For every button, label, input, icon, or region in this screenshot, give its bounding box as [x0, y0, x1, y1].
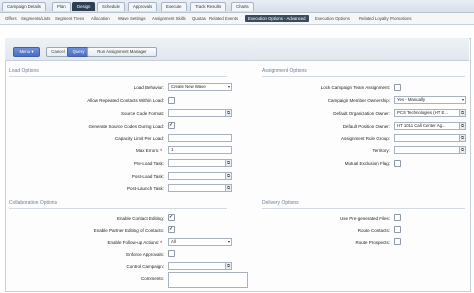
default-org-owner-input[interactable]: PCS Technologies (HT E... ⧉	[394, 109, 466, 117]
member-ownership-label: Campaign Member Ownership:	[327, 98, 390, 103]
generate-source-codes-label: Generate Source Codes During Load:	[88, 124, 164, 129]
tab-track-results[interactable]: Track Results	[190, 2, 227, 11]
sub-tab-bar: Offers Segments/Lists Segment Trees Allo…	[0, 13, 474, 25]
picker-icon[interactable]: ⧉	[225, 173, 231, 179]
tab-schedule[interactable]: Schedule	[97, 2, 125, 11]
route-prospects-checkbox[interactable]	[394, 238, 401, 245]
collaboration-options-header: Collaboration Options	[9, 200, 58, 206]
load-options-header: Load Options	[9, 68, 39, 74]
post-load-task-input[interactable]: ⧉	[168, 172, 232, 180]
lock-team-label: Lock Campaign Team Assignment:	[320, 85, 390, 90]
enforce-approvals-label: Enforce Approvals:	[126, 252, 164, 257]
comments-textarea[interactable]	[168, 272, 248, 288]
enable-contact-editing-label: Enable Contact Editing:	[116, 216, 164, 221]
tab-charts[interactable]: Charts	[231, 2, 254, 11]
picker-icon[interactable]: ⧉	[225, 110, 231, 116]
mutual-exclusion-checkbox[interactable]	[394, 160, 401, 167]
top-tab-bar: Campaign Details Plan Design Schedule Ap…	[0, 0, 474, 13]
route-contacts-checkbox[interactable]	[394, 226, 401, 233]
subtab-offers[interactable]: Offers	[2, 15, 20, 22]
tab-design[interactable]: Design	[72, 2, 96, 11]
source-code-format-input[interactable]: ⧉	[168, 109, 232, 117]
assignment-rule-group-label: Assignment Rule Group:	[340, 136, 390, 141]
subtab-assignment-skills[interactable]: Assignment Skills	[149, 15, 189, 22]
enforce-approvals-checkbox[interactable]	[168, 250, 175, 257]
max-errors-input[interactable]: 1	[168, 146, 232, 154]
assignment-rule-group-input[interactable]: ⧉	[394, 134, 466, 142]
divider	[262, 76, 465, 77]
picker-icon[interactable]: ⧉	[459, 110, 465, 116]
pre-load-task-input[interactable]: ⧉	[168, 159, 232, 167]
default-org-owner-label: Default Organization Owner:	[333, 111, 390, 116]
use-pregenerated-label: Use Pre-generated Files:	[339, 216, 390, 221]
control-campaign-input[interactable]: ⧉	[168, 262, 232, 270]
delivery-options-header: Delivery Options	[262, 200, 299, 206]
source-code-format-label: Source Code Format:	[120, 111, 164, 116]
tab-plan[interactable]: Plan	[52, 2, 71, 11]
subtab-execution-options-advanced[interactable]: Execution Options - Advanced	[245, 15, 309, 22]
route-contacts-label: Route Contacts:	[357, 228, 390, 233]
enable-follow-up-select[interactable]: All	[168, 238, 232, 246]
load-behavior-select[interactable]: Create New Wave	[168, 83, 232, 91]
picker-icon[interactable]: ⧉	[225, 185, 231, 191]
member-ownership-select[interactable]: Yes - Manually	[394, 96, 466, 104]
territory-label: Territory:	[372, 148, 390, 153]
allow-repeated-label: Allow Repeated Contacts Within Load:	[87, 98, 164, 103]
picker-icon[interactable]: ⧉	[459, 123, 465, 129]
post-launch-task-label: Post-Launch Task:	[127, 186, 164, 191]
control-campaign-label: Control Campaign:	[126, 264, 164, 269]
lock-team-checkbox[interactable]	[394, 84, 401, 91]
post-load-task-label: Post-Load Task:	[131, 174, 164, 179]
enable-contact-editing-checkbox[interactable]	[168, 214, 175, 221]
subtab-segment-trees[interactable]: Segment Trees	[52, 15, 87, 22]
picker-icon[interactable]: ⧉	[225, 263, 231, 269]
tab-approvals[interactable]: Approvals	[128, 2, 158, 11]
route-prospects-label: Route Prospects:	[355, 240, 390, 245]
post-launch-task-input[interactable]: ⧉	[168, 184, 232, 192]
enable-partner-editing-checkbox[interactable]	[168, 226, 175, 233]
picker-icon[interactable]: ⧉	[459, 147, 465, 153]
enable-partner-editing-label: Enable Partner Editing of Contacts:	[93, 228, 164, 233]
territory-input[interactable]: ⧉	[394, 146, 466, 154]
pre-load-task-label: Pre-Load Task:	[133, 161, 164, 166]
picker-icon[interactable]: ⧉	[225, 160, 231, 166]
allow-repeated-checkbox[interactable]	[168, 97, 175, 104]
enable-follow-up-label: Enable Follow-up Actions:*	[107, 240, 162, 245]
subtab-allocation[interactable]: Allocation	[88, 15, 113, 22]
default-position-owner-label: Default Position Owner:	[342, 124, 390, 129]
capacity-limit-input[interactable]	[168, 134, 232, 142]
divider	[9, 208, 227, 209]
max-errors-label: Max Errors:*	[135, 148, 162, 153]
divider	[262, 208, 465, 209]
tab-campaign-details[interactable]: Campaign Details	[2, 2, 46, 11]
tab-execute[interactable]: Execute	[161, 2, 187, 11]
mutual-exclusion-label: Mutual Exclusion Flag:	[344, 161, 390, 166]
form-toolbar: Menu ▾ Cancel Query Run Assignment Manag…	[5, 38, 469, 61]
subtab-related-events[interactable]: Related Events	[206, 15, 241, 22]
subtab-segments-lists[interactable]: Segments/Lists	[18, 15, 53, 22]
load-behavior-label: Load Behavior:	[133, 85, 164, 90]
subtab-wave-settings[interactable]: Wave Settings	[115, 15, 149, 22]
run-assignment-manager-button[interactable]: Run Assignment Manager	[87, 47, 157, 57]
generate-source-codes-checkbox[interactable]	[168, 122, 175, 129]
default-position-owner-input[interactable]: HT 1011 Call Center Ag... ⧉	[394, 122, 466, 130]
comments-label: Comments:	[140, 276, 164, 281]
assignment-options-header: Assignment Options	[262, 68, 307, 74]
subtab-execution-options[interactable]: Execution Options	[312, 15, 353, 22]
divider	[9, 76, 227, 77]
use-pregenerated-checkbox[interactable]	[394, 214, 401, 221]
capacity-limit-label: Capacity Limit Per Load:	[114, 136, 164, 141]
picker-icon[interactable]: ⧉	[459, 135, 465, 141]
subtab-related-loyalty-promotions[interactable]: Related Loyalty Promotions	[356, 15, 415, 22]
menu-button[interactable]: Menu ▾	[13, 47, 40, 57]
